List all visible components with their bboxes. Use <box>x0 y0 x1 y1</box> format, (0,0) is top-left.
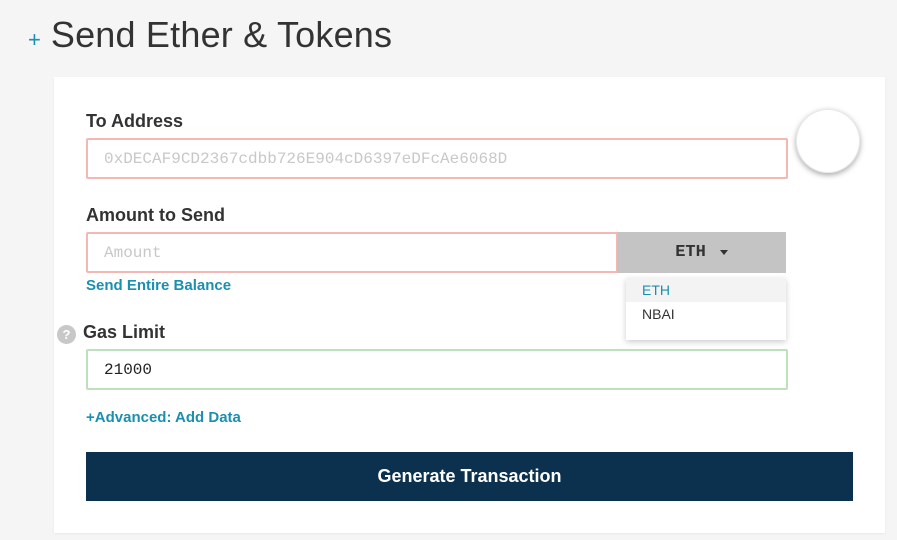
help-icon[interactable]: ? <box>57 325 76 344</box>
gas-limit-label: Gas Limit <box>83 322 166 342</box>
to-address-label: To Address <box>86 111 184 131</box>
gas-limit-input[interactable]: 21000 <box>86 349 788 390</box>
unit-option-eth[interactable]: ETH <box>626 278 786 302</box>
unit-option-nbai[interactable]: NBAI <box>626 302 786 326</box>
caret-down-icon <box>719 250 728 255</box>
amount-label: Amount to Send <box>86 205 225 225</box>
unit-dropdown-button[interactable]: ETH <box>617 232 786 273</box>
page-header: + Send Ether & Tokens <box>28 14 392 56</box>
page-title: Send Ether & Tokens <box>50 14 393 55</box>
amount-placeholder: Amount <box>104 243 162 262</box>
plus-icon: + <box>28 27 41 52</box>
advanced-add-data-link[interactable]: +Advanced: Add Data <box>86 409 241 426</box>
send-ether-page: + Send Ether & Tokens To Address 0xDECAF… <box>0 0 897 540</box>
gas-limit-value: 21000 <box>104 360 153 379</box>
unit-selected: ETH <box>675 243 706 262</box>
to-address-input[interactable]: 0xDECAF9CD2367cdbb726E904cD6397eDFcAe606… <box>86 138 788 179</box>
to-address-placeholder: 0xDECAF9CD2367cdbb726E904cD6397eDFcAe606… <box>104 149 508 168</box>
amount-input[interactable]: Amount <box>86 232 618 273</box>
send-entire-balance-link[interactable]: Send Entire Balance <box>86 277 231 294</box>
unit-dropdown-menu: ETH NBAI <box>626 278 786 340</box>
generate-transaction-button[interactable]: Generate Transaction <box>86 452 853 501</box>
address-identicon <box>796 109 860 173</box>
